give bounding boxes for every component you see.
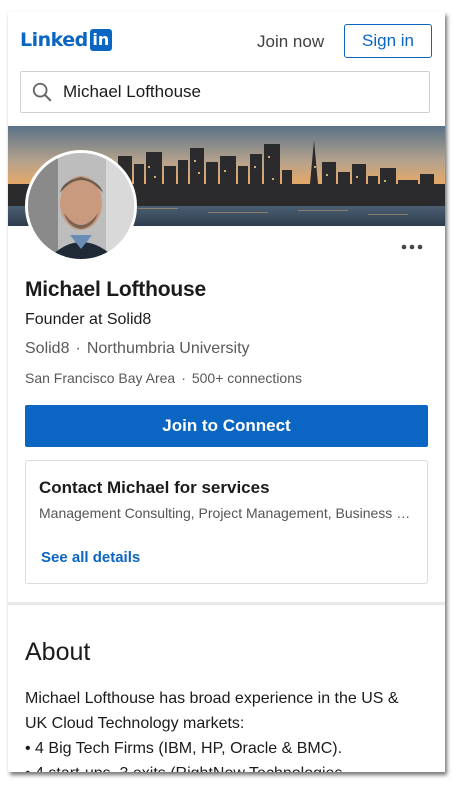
services-card: Contact Michael for services Management … — [25, 460, 428, 584]
profile-location-line: San Francisco Bay Area · 500+ connections — [25, 370, 302, 386]
services-list: Management Consulting, Project Managemen… — [39, 505, 414, 521]
phone-frame: Linked in Join now Sign in Michael Lofth… — [8, 12, 445, 772]
search-icon — [32, 82, 52, 102]
services-title: Contact Michael for services — [39, 478, 270, 497]
about-line: • 4 start-ups, 3 exits (RightNow Technol… — [25, 761, 435, 772]
sign-in-button[interactable]: Sign in — [344, 24, 432, 58]
profile-headline: Founder at Solid8 — [25, 311, 152, 328]
connections-count: 500+ connections — [191, 370, 302, 386]
join-now-link[interactable]: Join now — [257, 32, 324, 52]
separator-dot: · — [75, 340, 81, 357]
school-link[interactable]: Northumbria University — [87, 340, 250, 357]
about-line: • 4 Big Tech Firms (IBM, HP, Oracle & BM… — [25, 740, 343, 757]
logo-wordmark: Linked — [20, 29, 88, 51]
profile-photo[interactable] — [25, 150, 137, 262]
search-bar[interactable]: Michael Lofthouse — [20, 71, 430, 113]
about-text: Michael Lofthouse has broad experience i… — [25, 686, 435, 772]
about-line: UK Cloud Technology markets: — [25, 715, 245, 732]
company-link[interactable]: Solid8 — [25, 340, 69, 357]
join-to-connect-button[interactable]: Join to Connect — [25, 405, 428, 447]
location-text: San Francisco Bay Area — [25, 370, 176, 386]
profile-name: Michael Lofthouse — [25, 278, 206, 301]
see-all-details-link[interactable]: See all details — [41, 549, 140, 566]
profile-photo-image — [28, 153, 134, 259]
top-bar: Linked in Join now Sign in — [8, 12, 445, 68]
about-heading: About — [25, 638, 91, 666]
linkedin-logo[interactable]: Linked in — [20, 29, 112, 51]
logo-in-badge: in — [89, 29, 112, 51]
about-line: Michael Lofthouse has broad experience i… — [25, 690, 399, 707]
search-input[interactable]: Michael Lofthouse — [63, 82, 201, 102]
profile-orgs: Solid8 · Northumbria University — [25, 340, 250, 358]
more-options-icon[interactable] — [400, 243, 424, 251]
section-divider — [8, 602, 445, 605]
separator-dot: · — [181, 370, 186, 386]
